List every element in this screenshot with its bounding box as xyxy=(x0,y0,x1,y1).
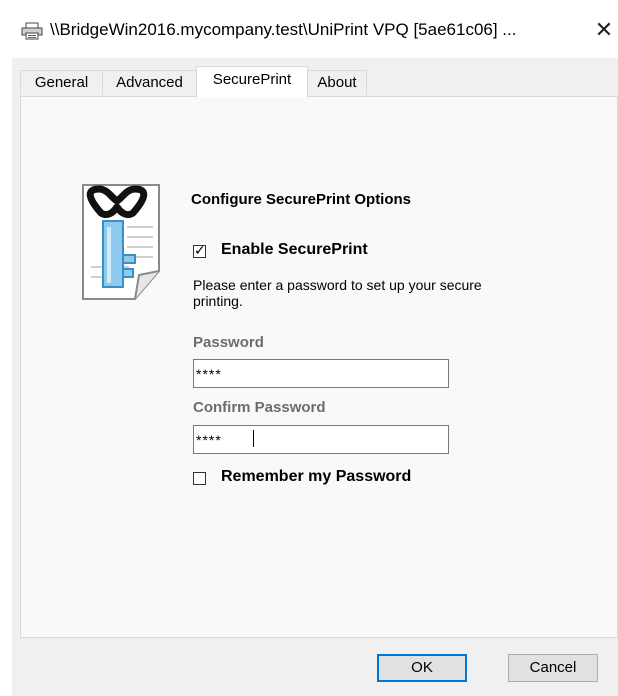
tab-advanced[interactable]: Advanced xyxy=(102,70,197,95)
printer-icon xyxy=(21,22,43,40)
remember-password-checkbox[interactable] xyxy=(193,472,206,485)
tab-secureprint[interactable]: SecurePrint xyxy=(196,66,308,97)
title-bar: \\BridgeWin2016.mycompany.test\UniPrint … xyxy=(0,0,618,58)
text-cursor xyxy=(253,430,254,447)
close-button[interactable]: ✕ xyxy=(592,16,616,44)
password-input[interactable] xyxy=(193,359,449,388)
close-icon[interactable]: ✕ xyxy=(595,17,613,42)
document-key-icon xyxy=(82,184,160,300)
password-description: Please enter a password to set up your s… xyxy=(193,277,482,309)
tab-general[interactable]: General xyxy=(20,70,103,95)
cancel-button[interactable]: Cancel xyxy=(508,654,598,682)
confirm-password-label: Confirm Password xyxy=(193,399,326,416)
checkmark-icon: ✓ xyxy=(194,242,206,258)
tab-about[interactable]: About xyxy=(307,70,367,95)
section-heading: Configure SecurePrint Options xyxy=(191,191,412,208)
confirm-password-input[interactable] xyxy=(193,425,449,454)
remember-password-label[interactable]: Remember my Password xyxy=(221,468,411,486)
window-title: \\BridgeWin2016.mycompany.test\UniPrint … xyxy=(50,20,517,39)
ok-button[interactable]: OK xyxy=(377,654,467,682)
password-label: Password xyxy=(193,334,264,351)
dialog-client: General Advanced SecurePrint About Confi… xyxy=(12,58,618,696)
secureprint-panel: Configure SecurePrint Options ✓ Enable S… xyxy=(20,96,618,638)
enable-secureprint-label[interactable]: Enable SecurePrint xyxy=(221,241,368,259)
enable-secureprint-checkbox[interactable]: ✓ xyxy=(193,242,206,258)
